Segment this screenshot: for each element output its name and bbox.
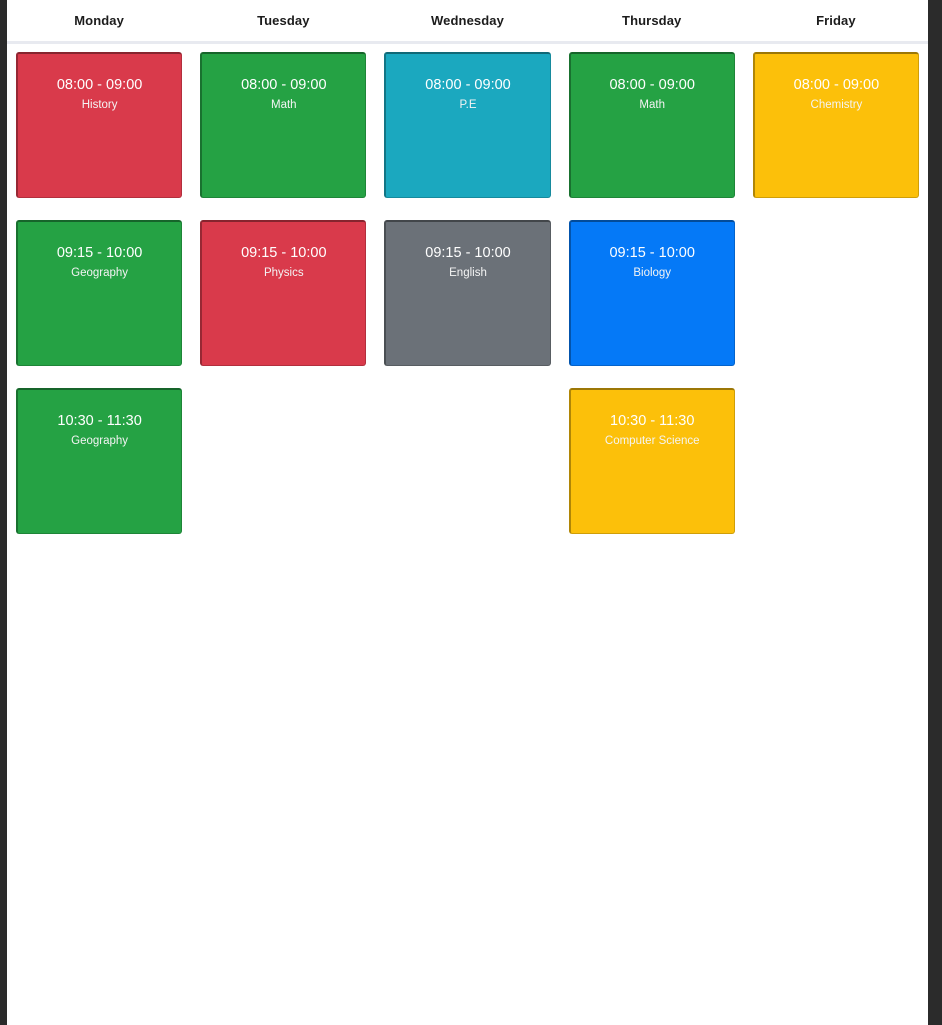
timetable-slot-empty[interactable] — [384, 388, 550, 534]
event-subject: P.E — [459, 99, 477, 111]
event-subject: English — [449, 267, 487, 279]
event-subject: Geography — [71, 435, 129, 447]
timetable-slot[interactable]: 09:15 - 10:00 Biology — [568, 220, 735, 366]
timetable-slot[interactable]: 10:30 - 11:30 Computer Science — [568, 388, 735, 534]
event-subject: Physics — [263, 267, 304, 279]
event-subject: Geography — [71, 267, 129, 279]
day-header-tuesday[interactable]: Tuesday — [191, 0, 375, 41]
event-card[interactable]: 08:00 - 09:00 Math — [568, 52, 735, 198]
timetable-slot-empty[interactable] — [753, 220, 919, 366]
event-subject: Computer Science — [604, 435, 700, 447]
event-time: 08:00 - 09:00 — [56, 77, 143, 93]
timetable-slot[interactable]: 08:00 - 09:00 P.E — [384, 52, 551, 198]
timetable-slot[interactable]: 09:15 - 10:00 Physics — [200, 220, 367, 366]
timetable-slot[interactable]: 09:15 - 10:00 English — [384, 220, 551, 366]
timetable-page: Monday Tuesday Wednesday Thursday Friday… — [7, 0, 928, 1025]
event-card[interactable]: 08:00 - 09:00 History — [16, 52, 183, 198]
timetable-slot[interactable]: 08:00 - 09:00 Math — [200, 52, 367, 198]
day-header-thursday[interactable]: Thursday — [560, 0, 744, 41]
day-column-thursday: 08:00 - 09:00 Math 09:15 - 10:00 Biology 10:… — [560, 52, 744, 556]
event-card[interactable]: 09:15 - 10:00 English — [384, 220, 551, 366]
event-time: 08:00 - 09:00 — [425, 77, 511, 93]
event-subject: Math — [639, 99, 665, 111]
day-header-friday[interactable]: Friday — [744, 0, 928, 41]
event-card[interactable]: 08:00 - 09:00 P.E — [384, 52, 551, 198]
event-time: 08:00 - 09:00 — [609, 77, 695, 93]
timetable-slot[interactable]: 08:00 - 09:00 History — [16, 52, 183, 198]
event-subject: History — [81, 99, 118, 111]
event-time: 08:00 - 09:00 — [793, 77, 880, 93]
event-subject: Math — [271, 99, 297, 111]
timetable-slot[interactable]: 10:30 - 11:30 Geography — [16, 388, 183, 534]
event-time: 09:15 - 10:00 — [56, 245, 143, 261]
timetable-grid: 08:00 - 09:00 History 09:15 - 10:00 Geograp… — [7, 44, 928, 556]
timetable-slot[interactable]: 09:15 - 10:00 Geography — [16, 220, 183, 366]
event-time: 08:00 - 09:00 — [241, 77, 327, 93]
timetable-slot[interactable]: 08:00 - 09:00 Math — [568, 52, 735, 198]
event-card[interactable]: 08:00 - 09:00 Chemistry — [752, 52, 920, 198]
event-card[interactable]: 09:15 - 10:00 Biology — [568, 220, 735, 366]
day-column-wednesday: 08:00 - 09:00 P.E 09:15 - 10:00 English — [375, 52, 559, 556]
day-column-friday: 08:00 - 09:00 Chemistry — [744, 52, 928, 556]
event-card[interactable]: 09:15 - 10:00 Physics — [200, 220, 367, 366]
event-card[interactable]: 10:30 - 11:30 Computer Science — [568, 388, 735, 534]
event-time: 10:30 - 11:30 — [610, 413, 695, 429]
event-subject: Chemistry — [810, 99, 863, 111]
event-subject: Biology — [633, 267, 672, 279]
event-time: 09:15 - 10:00 — [241, 245, 327, 261]
timetable-slot[interactable]: 08:00 - 09:00 Chemistry — [752, 52, 920, 198]
timetable-slot-empty[interactable] — [753, 388, 919, 534]
day-header-monday[interactable]: Monday — [7, 0, 191, 41]
timetable-slot-empty[interactable] — [200, 388, 366, 534]
event-time: 10:30 - 11:30 — [57, 413, 142, 429]
day-column-monday: 08:00 - 09:00 History 09:15 - 10:00 Geograp… — [7, 52, 191, 556]
day-header-wednesday[interactable]: Wednesday — [375, 0, 559, 41]
day-column-tuesday: 08:00 - 09:00 Math 09:15 - 10:00 Physics — [191, 52, 375, 556]
event-card[interactable]: 08:00 - 09:00 Math — [200, 52, 367, 198]
event-time: 09:15 - 10:00 — [425, 245, 511, 261]
event-time: 09:15 - 10:00 — [609, 245, 695, 261]
event-card[interactable]: 10:30 - 11:30 Geography — [16, 388, 183, 534]
screenshot-viewport: Monday Tuesday Wednesday Thursday Friday… — [0, 0, 942, 1025]
day-header-row: Monday Tuesday Wednesday Thursday Friday — [7, 0, 928, 41]
event-card[interactable]: 09:15 - 10:00 Geography — [16, 220, 183, 366]
